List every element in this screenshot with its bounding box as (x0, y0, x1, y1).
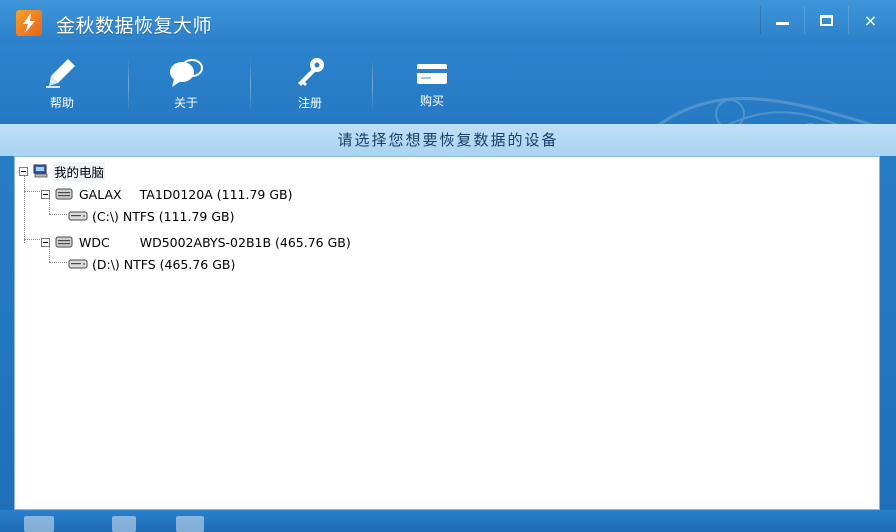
hard-disk-icon (55, 188, 73, 200)
collapse-toggle-icon[interactable] (19, 166, 28, 176)
bottom-action-icon (112, 516, 136, 532)
minimize-button[interactable] (760, 6, 804, 34)
tree-connector (24, 239, 40, 240)
partition-drive-icon (68, 211, 88, 221)
collapse-toggle-icon[interactable] (41, 237, 50, 247)
partition-label: (D:\) NTFS (465.76 GB) (92, 256, 236, 272)
disk-vendor: WDC (79, 234, 110, 250)
toolbar-about-button[interactable]: 关于 (150, 50, 222, 116)
tree-connector (49, 214, 67, 215)
collapse-toggle-icon[interactable] (41, 189, 50, 199)
hard-disk-icon (55, 236, 73, 248)
tree-node-disk[interactable]: GALAX TA1D0120A (111.79 GB) (41, 184, 292, 204)
toolbar-buy-button[interactable]: 购买 (396, 50, 468, 116)
disk-vendor: GALAX (79, 186, 122, 202)
tree-connector (24, 175, 25, 243)
window-controls: × (760, 6, 892, 34)
tree-connector (49, 262, 67, 263)
toolbar-about-label: 关于 (173, 96, 198, 110)
tree-root-label: 我的电脑 (53, 161, 106, 181)
toolbar-help-label: 帮助 (49, 96, 74, 110)
partition-label: (C:\) NTFS (111.79 GB) (92, 208, 235, 224)
device-selection-prompt: 请选择您想要恢复数据的设备 (0, 124, 896, 156)
toolbar-separator (372, 58, 373, 112)
toolbar-buy-label: 购买 (419, 94, 444, 108)
register-key-icon (298, 58, 324, 86)
toolbar-help-button[interactable]: 帮助 (26, 50, 98, 116)
app-title: 金秋数据恢复大师 (56, 15, 213, 37)
maximize-button[interactable] (804, 6, 848, 34)
toolbar-separator (250, 58, 251, 112)
help-pen-icon (46, 59, 75, 88)
disk-model: WD5002ABYS-02B1B (465.76 GB) (139, 234, 351, 250)
buy-card-icon (417, 64, 447, 84)
close-button[interactable]: × (848, 6, 892, 34)
bottom-action-icon (24, 516, 54, 532)
app-logo-icon (16, 10, 42, 36)
main-window: 金秋数据恢复大师 × 帮助 关于 注册 购买 请选择您想要恢复数据的设备 我的电… (0, 0, 896, 532)
toolbar-register-label: 注册 (297, 96, 322, 110)
computer-icon (33, 164, 48, 178)
tree-node-partition[interactable]: (D:\) NTFS (465.76 GB) (68, 254, 235, 274)
bottom-action-icon (176, 516, 204, 532)
tree-node-partition[interactable]: (C:\) NTFS (111.79 GB) (68, 206, 234, 226)
device-tree: 我的电脑 GALAX TA1D0120A (111.79 GB) (C:\) N… (15, 157, 879, 509)
toolbar-separator (128, 58, 129, 112)
partition-drive-icon (68, 259, 88, 269)
device-tree-panel[interactable]: 我的电脑 GALAX TA1D0120A (111.79 GB) (C:\) N… (14, 156, 880, 510)
minimize-icon (776, 21, 789, 25)
about-chat-icon (170, 59, 203, 87)
toolbar-register-button[interactable]: 注册 (274, 50, 346, 116)
maximize-icon (820, 14, 833, 26)
disk-model: TA1D0120A (111.79 GB) (139, 186, 293, 202)
close-icon: × (863, 10, 878, 30)
tree-node-disk[interactable]: WDC WD5002ABYS-02B1B (465.76 GB) (41, 232, 351, 252)
title-bar[interactable]: 金秋数据恢复大师 × (0, 0, 896, 44)
tree-node-my-computer[interactable]: 我的电脑 (19, 161, 106, 181)
tree-connector (24, 191, 40, 192)
toolbar: 帮助 关于 注册 购买 (0, 44, 896, 168)
